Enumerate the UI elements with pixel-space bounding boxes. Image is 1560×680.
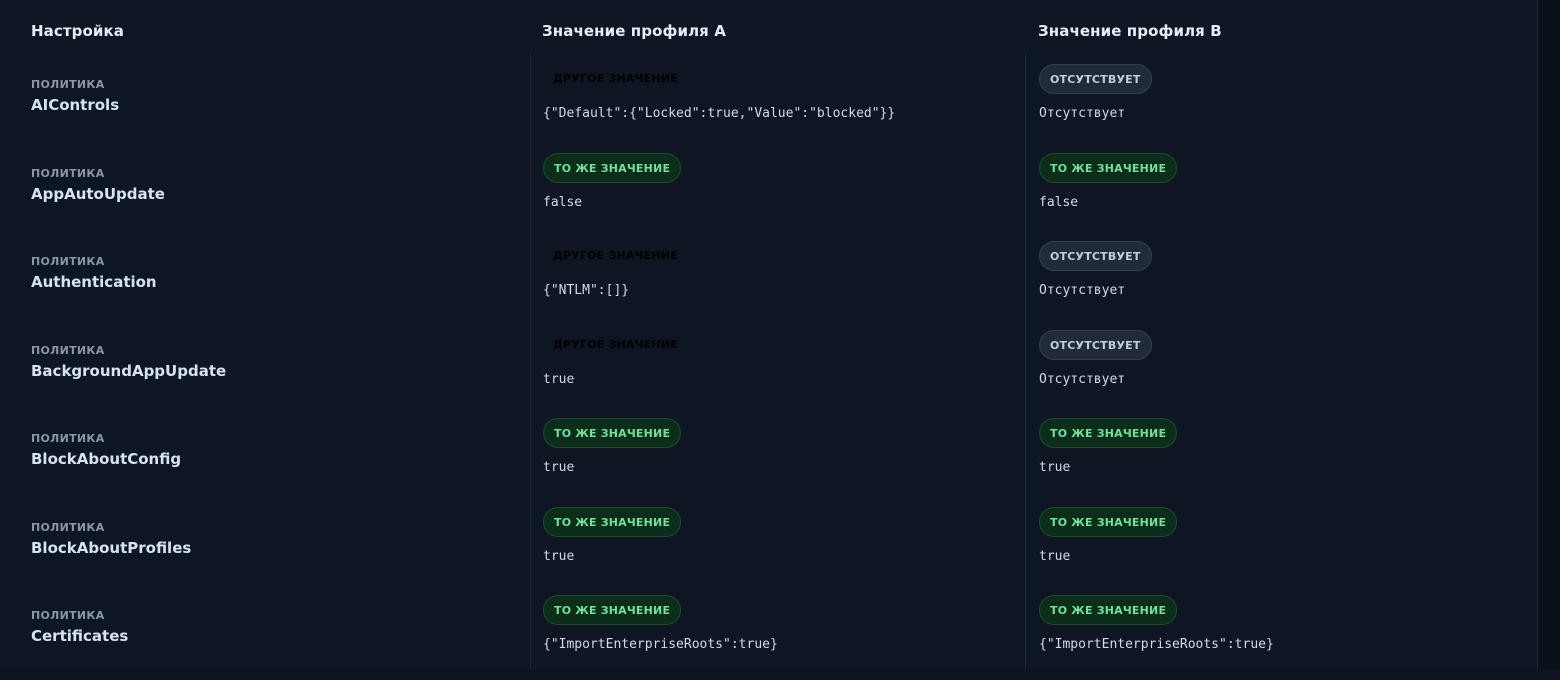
status-badge: ТО ЖЕ ЗНАЧЕНИЕ <box>543 506 682 537</box>
policy-name: AIControls <box>31 96 120 114</box>
table-row: ПОЛИТИКА BackgroundAppUpdate ДРУГОЕ ЗНАЧЕН… <box>0 326 1537 415</box>
profile-b-value: Отсутствует <box>1039 106 1126 121</box>
setting-kind-label: ПОЛИТИКА <box>31 343 105 357</box>
table-header: Настройка Значение профиля A Значение пр… <box>0 0 1537 56</box>
setting-kind-label: ПОЛИТИКА <box>31 166 105 180</box>
policy-name: AppAutoUpdate <box>31 184 165 203</box>
profile-a-cell: ДРУГОЕ ЗНАЧЕНИЕ true <box>543 330 688 387</box>
setting-kind-label: ПОЛИТИКА <box>31 520 105 534</box>
policy-name: BackgroundAppUpdate <box>31 361 227 380</box>
table-row: ПОЛИТИКА AIControls ДРУГОЕ ЗНАЧЕНИЕ {"Defau… <box>0 60 1537 149</box>
profile-b-cell: ТО ЖЕ ЗНАЧЕНИЕ {"ImportEnterpriseRoots":t… <box>1039 595 1274 652</box>
profile-a-value: {"ImportEnterpriseRoots":true} <box>543 637 778 652</box>
status-badge: ТО ЖЕ ЗНАЧЕНИЕ <box>543 418 682 448</box>
setting-kind-label: ПОЛИТИКА <box>31 255 105 268</box>
profile-a-value: false <box>543 194 583 210</box>
profile-b-cell: ТО ЖЕ ЗНАЧЕНИЕ true <box>1039 506 1178 564</box>
status-badge: ДРУГОЕ ЗНАЧЕНИЕ <box>553 72 678 85</box>
table-row: ПОЛИТИКА BlockAboutProfiles ТО ЖЕ ЗНАЧЕНИЕ… <box>0 503 1537 592</box>
profile-b-value: true <box>1039 548 1071 564</box>
table-row: ПОЛИТИКА Certificates ТО ЖЕ ЗНАЧЕНИЕ {"Impo… <box>0 591 1537 680</box>
profile-a-value: true <box>543 548 575 564</box>
status-badge: ТО ЖЕ ЗНАЧЕНИЕ <box>543 152 682 183</box>
status-badge: ТО ЖЕ ЗНАЧЕНИЕ <box>1039 595 1178 625</box>
profile-b-cell: ТО ЖЕ ЗНАЧЕНИЕ false <box>1039 152 1178 210</box>
profile-b-value: Отсутствует <box>1039 371 1126 387</box>
setting-kind-label: ПОЛИТИКА <box>31 609 105 622</box>
profile-a-value: true <box>543 371 575 387</box>
table-row: ПОЛИТИКА BlockAboutConfig ТО ЖЕ ЗНАЧЕНИЕ tr… <box>0 414 1537 503</box>
profile-b-cell: ОТСУТСТВУЕТ Отсутствует <box>1039 329 1152 387</box>
status-badge: ТО ЖЕ ЗНАЧЕНИЕ <box>1039 418 1178 448</box>
profile-b-value: {"ImportEnterpriseRoots":true} <box>1039 637 1274 652</box>
status-badge: ОТСУТСТВУЕТ <box>1039 241 1152 271</box>
profile-b-value: Отсутствует <box>1039 283 1126 298</box>
setting-kind-label: ПОЛИТИКА <box>31 432 105 445</box>
policy-name: Authentication <box>31 273 157 291</box>
profile-a-value: {"NTLM":[]} <box>543 283 630 298</box>
setting-kind-label: ПОЛИТИКА <box>31 78 105 91</box>
column-header-profile-a: Значение профиля A <box>542 22 726 40</box>
profile-b-value: true <box>1039 460 1071 475</box>
policy-name: BlockAboutConfig <box>31 450 182 468</box>
policy-name: Certificates <box>31 627 129 645</box>
policy-name: BlockAboutProfiles <box>31 538 192 557</box>
status-badge: ТО ЖЕ ЗНАЧЕНИЕ <box>1039 152 1178 183</box>
scrollbar-track[interactable] <box>1538 0 1560 669</box>
status-badge: ОТСУТСТВУЕТ <box>1039 329 1152 360</box>
profile-a-cell: ДРУГОЕ ЗНАЧЕНИЕ {"Default":{"Locked":true… <box>543 64 895 121</box>
profile-a-value: true <box>543 460 575 475</box>
table-row: ПОЛИТИКА AppAutoUpdate ТО ЖЕ ЗНАЧЕНИЕ false… <box>0 149 1537 238</box>
table-row: ПОЛИТИКА Authentication ДРУГОЕ ЗНАЧЕНИЕ {"N… <box>0 237 1537 326</box>
profile-b-cell: ТО ЖЕ ЗНАЧЕНИЕ true <box>1039 418 1178 475</box>
status-badge: ДРУГОЕ ЗНАЧЕНИЕ <box>553 337 678 351</box>
status-badge: ОТСУТСТВУЕТ <box>1039 64 1152 94</box>
status-badge: ТО ЖЕ ЗНАЧЕНИЕ <box>1039 506 1178 537</box>
status-badge: ДРУГОЕ ЗНАЧЕНИЕ <box>553 249 678 262</box>
profile-a-cell: ТО ЖЕ ЗНАЧЕНИЕ {"ImportEnterpriseRoots":t… <box>543 595 778 652</box>
profile-a-cell: ТО ЖЕ ЗНАЧЕНИЕ true <box>543 418 682 475</box>
comparison-panel: Настройка Значение профиля A Значение пр… <box>0 0 1538 669</box>
profile-a-cell: ТО ЖЕ ЗНАЧЕНИЕ false <box>543 152 682 210</box>
profile-a-cell: ТО ЖЕ ЗНАЧЕНИЕ true <box>543 506 682 564</box>
profile-b-value: false <box>1039 194 1079 210</box>
profile-b-cell: ОТСУТСТВУЕТ Отсутствует <box>1039 241 1152 298</box>
profile-b-cell: ОТСУТСТВУЕТ Отсутствует <box>1039 64 1152 121</box>
profile-a-value: {"Default":{"Locked":true,"Value":"block… <box>543 106 896 121</box>
column-header-profile-b: Значение профиля B <box>1038 22 1222 40</box>
column-header-setting: Настройка <box>31 22 125 40</box>
status-badge: ТО ЖЕ ЗНАЧЕНИЕ <box>543 595 682 625</box>
comparison-table-body: ПОЛИТИКА AIControls ДРУГОЕ ЗНАЧЕНИЕ {"Defau… <box>0 60 1537 680</box>
profile-a-cell: ДРУГОЕ ЗНАЧЕНИЕ {"NTLM":[]} <box>543 241 688 298</box>
